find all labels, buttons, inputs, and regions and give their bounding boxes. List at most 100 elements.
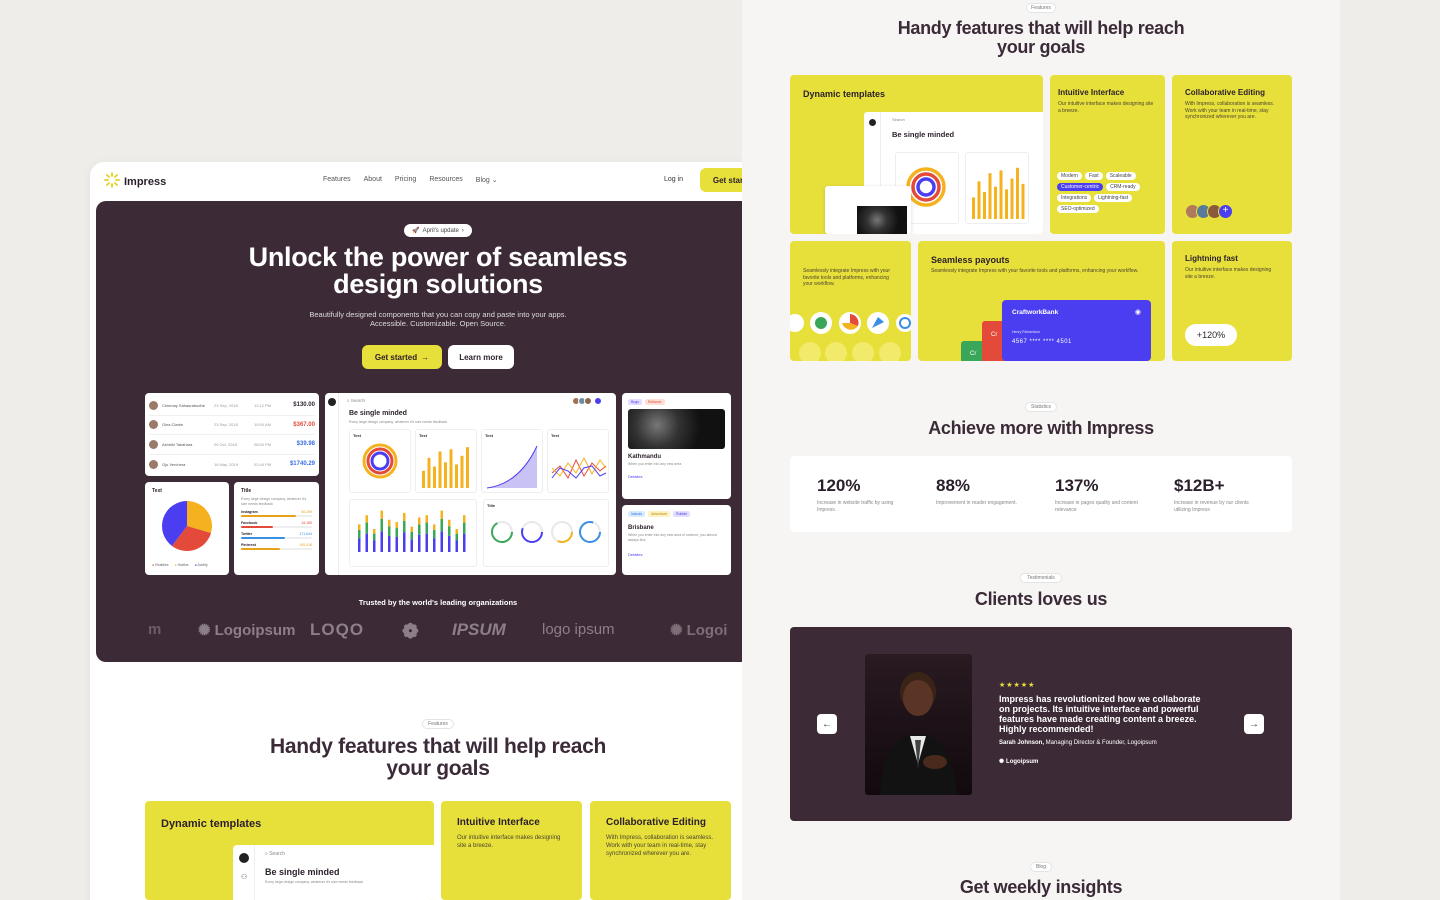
features-title-line2: your goals bbox=[386, 757, 490, 780]
bar-segment bbox=[448, 526, 451, 536]
transaction-time: 12:12 PM bbox=[254, 402, 272, 408]
bar-segment bbox=[380, 531, 383, 552]
stat-item: 120% Increase in website traffic by using… bbox=[817, 476, 907, 513]
transaction-row[interactable]: Ashiriki Takahara 09 Oct, 2018 08:00 PM $39… bbox=[149, 435, 315, 455]
sun-logo-icon: ✺ bbox=[999, 759, 1005, 765]
transaction-row[interactable]: Gina Clarke 23 Sep, 2018 10:00 AM $367.00 bbox=[149, 416, 315, 435]
gauges-card: Title bbox=[483, 499, 609, 567]
transaction-amount: $39.98 bbox=[296, 441, 315, 448]
login-link[interactable]: Log in bbox=[664, 176, 683, 183]
statistics-pill: Statistics bbox=[1025, 402, 1057, 412]
hero-get-started-button[interactable]: Get started → bbox=[362, 345, 442, 369]
bar-chart-card: Text bbox=[415, 429, 477, 493]
stat-item: 88% Improvement in reader engagement. bbox=[936, 476, 1026, 513]
transaction-date: 23 Sep, 2018 bbox=[214, 402, 238, 408]
hero-subtitle: Beautifully designed components that you… bbox=[200, 310, 676, 328]
prev-arrow-button[interactable]: ← bbox=[817, 714, 837, 734]
bar bbox=[460, 455, 464, 488]
bar-segment bbox=[455, 540, 458, 552]
bar-segment bbox=[403, 520, 406, 533]
city-card-brisbane[interactable]: Islands Adventure Rubble Brisbane When y… bbox=[622, 505, 731, 575]
arrow-right-icon: → bbox=[421, 352, 430, 362]
card-title: Dynamic templates bbox=[803, 89, 886, 99]
feature-tag[interactable]: Fast bbox=[1084, 172, 1103, 180]
stat-item: 137% Increase in pages quality and conten… bbox=[1055, 476, 1145, 513]
bar bbox=[466, 447, 469, 488]
gauges-title: Title bbox=[487, 503, 496, 508]
dashboard-search-placeholder: Search bbox=[350, 398, 366, 403]
mockup-title: Be single minded bbox=[265, 867, 340, 877]
tag: Reliance bbox=[644, 399, 665, 405]
feature-tag[interactable]: SEO-optimized bbox=[1057, 205, 1099, 213]
brand-name: Impress bbox=[124, 175, 167, 188]
card-desc: Seamlessly integrate Impress with your f… bbox=[931, 268, 1139, 274]
transactions-card: Chinmay Sahasrabudhe 23 Sep, 2018 12:12 PM… bbox=[145, 393, 319, 476]
progress-track bbox=[241, 526, 312, 528]
progress-row-head: Instagram 50,259 bbox=[241, 510, 312, 514]
transaction-row[interactable]: Ojo Verchera 16 May, 2019 02:44 PM $1740.29 bbox=[149, 455, 315, 475]
progress-fill bbox=[241, 515, 297, 517]
arrow-right-icon: → bbox=[1249, 718, 1259, 730]
logo-logo-ipsum: logo ipsum bbox=[542, 621, 615, 638]
legend-label: Realities bbox=[155, 563, 169, 567]
bar-segment bbox=[395, 528, 398, 538]
transaction-amount: $1740.29 bbox=[289, 461, 315, 468]
progress-track bbox=[241, 537, 312, 539]
logo-text: logo ipsum bbox=[542, 621, 615, 638]
feature-tag[interactable]: Lightning-fast bbox=[1094, 194, 1133, 202]
legend-label: Avidity bbox=[197, 563, 208, 567]
tag: Islands bbox=[628, 511, 646, 517]
nav-about[interactable]: About bbox=[364, 176, 382, 184]
feature-tag[interactable]: Customer-centric bbox=[1057, 183, 1104, 191]
dashboard-search[interactable]: ⌕ Search bbox=[347, 398, 365, 403]
next-arrow-button[interactable]: → bbox=[1244, 714, 1264, 734]
card-number: 4567 **** **** 4501 bbox=[1012, 339, 1072, 345]
city-card-kathmandu[interactable]: Bugs Reliance Kathmandu When you enter i… bbox=[622, 393, 731, 499]
stat-desc: Increase in revenue by our clients utili… bbox=[1174, 500, 1249, 513]
progress-track bbox=[241, 515, 312, 517]
area-chart bbox=[486, 445, 538, 489]
details-link[interactable]: Detailes bbox=[628, 474, 725, 479]
brand-logo[interactable]: Impress bbox=[104, 172, 166, 191]
mockup-search: Search bbox=[892, 117, 905, 122]
bar-segment bbox=[425, 522, 428, 534]
feature-tag[interactable]: Modern bbox=[1057, 172, 1082, 180]
feature-intuitive-interface: Intuitive Interface Our intuitive interf… bbox=[441, 801, 582, 900]
feature-dynamic-templates: Dynamic templates ⚇ ⌕ Search Be single m… bbox=[145, 801, 434, 900]
feature-tag[interactable]: Integrations bbox=[1057, 194, 1092, 202]
flower-image bbox=[857, 206, 907, 234]
integration-icons bbox=[790, 311, 911, 361]
bar-segment bbox=[388, 526, 391, 536]
bar-segment bbox=[395, 522, 398, 529]
nav-features[interactable]: Features bbox=[323, 176, 351, 184]
progress-label: Twitter bbox=[241, 532, 253, 536]
nav-resources[interactable]: Resources bbox=[429, 176, 462, 184]
card-desc: With Impress, collaboration is seamless.… bbox=[1185, 101, 1275, 120]
update-badge[interactable]: 🚀 April's update › bbox=[404, 224, 472, 237]
bar bbox=[999, 170, 1003, 219]
add-avatar-icon[interactable]: + bbox=[1218, 204, 1233, 219]
feature-tag[interactable]: Scaleable bbox=[1105, 172, 1136, 180]
bar-segment bbox=[388, 535, 391, 552]
nav-blog[interactable]: Blog ⌄ bbox=[476, 176, 498, 184]
details-link[interactable]: Detailes bbox=[628, 552, 725, 557]
gauges bbox=[491, 521, 601, 543]
bar-segment bbox=[463, 533, 466, 552]
learn-more-button[interactable]: Learn more bbox=[448, 345, 514, 369]
stat-value: 120% bbox=[817, 476, 861, 495]
feature-tag[interactable]: CRM-ready bbox=[1106, 183, 1140, 191]
bar-segment bbox=[373, 533, 376, 541]
bar-segment bbox=[433, 538, 436, 552]
transaction-row[interactable]: Chinmay Sahasrabudhe 23 Sep, 2018 12:12 PM… bbox=[149, 396, 315, 416]
progress-value: 15,185 bbox=[301, 521, 312, 525]
bar bbox=[972, 197, 975, 219]
avatar-add[interactable] bbox=[594, 397, 602, 405]
bar-segment bbox=[410, 531, 413, 540]
transaction-time: 10:00 AM bbox=[254, 422, 271, 428]
line-chart-card: Text bbox=[547, 429, 609, 493]
transaction-date: 23 Sep, 2018 bbox=[214, 422, 238, 428]
feature-title: Dynamic templates bbox=[161, 818, 262, 830]
stats-row: 120% Increase in website traffic by using… bbox=[817, 476, 1264, 513]
nav-pricing[interactable]: Pricing bbox=[395, 176, 416, 184]
bank-name: CraftworkBank bbox=[1012, 309, 1059, 316]
